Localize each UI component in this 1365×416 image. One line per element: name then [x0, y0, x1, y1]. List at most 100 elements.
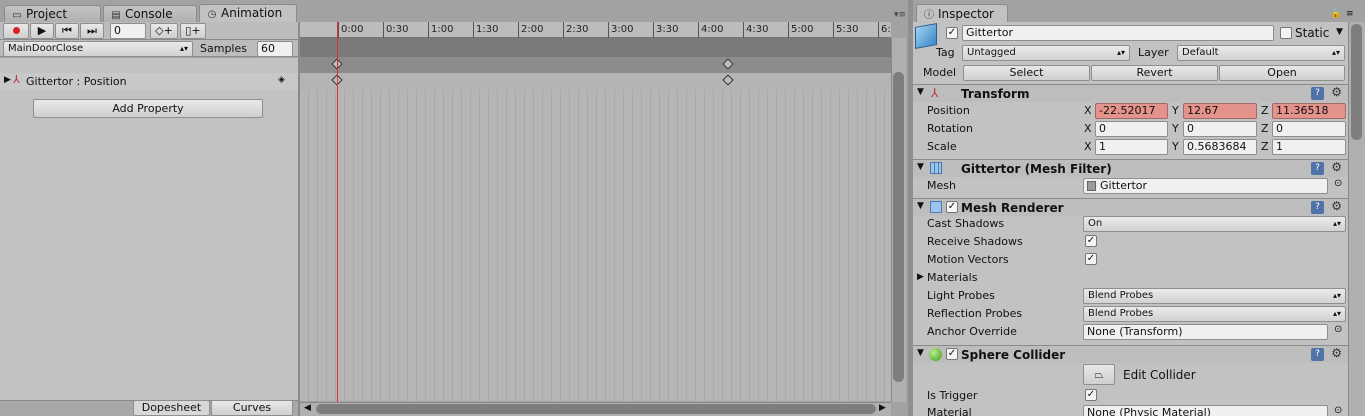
model-open-button[interactable]: Open	[1219, 65, 1345, 81]
gear-icon[interactable]: ⚙	[1331, 160, 1342, 174]
object-name-field[interactable]: Gittertor	[962, 25, 1274, 41]
playhead-line[interactable]	[337, 22, 338, 402]
gear-icon[interactable]: ⚙	[1331, 199, 1342, 213]
foldout-arrow-icon[interactable]: ▼	[917, 348, 924, 358]
foldout-arrow-icon[interactable]: ▼	[917, 162, 924, 172]
animation-menu-icon[interactable]: ▾≡	[894, 10, 906, 20]
sphere-collider-header[interactable]: ▼ ✓ Sphere Collider ? ⚙	[913, 345, 1348, 363]
ruler-tick-line	[878, 22, 879, 38]
scroll-right-icon[interactable]: ▶	[879, 403, 886, 413]
object-picker-icon[interactable]: ⊙	[1334, 405, 1342, 416]
help-icon[interactable]: ?	[1311, 87, 1324, 100]
tag-dropdown[interactable]: Untagged ▴▾	[962, 45, 1130, 61]
next-keyframe-button[interactable]: ⏭	[80, 23, 104, 39]
scroll-left-icon[interactable]: ◀	[304, 403, 311, 413]
materials-foldout-icon[interactable]: ▶	[917, 272, 924, 282]
reflection-probes-dropdown[interactable]: Blend Probes ▴▾	[1083, 306, 1346, 322]
samples-field[interactable]: 60	[257, 41, 293, 57]
edit-collider-button[interactable]: ⏢	[1083, 364, 1115, 385]
materials-label[interactable]: Materials	[927, 271, 977, 285]
inspector-menu-icon[interactable]: ≡	[1346, 9, 1354, 19]
dropdown-arrow-icon: ▴▾	[1332, 219, 1341, 228]
motion-vectors-checkbox[interactable]: ✓	[1085, 253, 1097, 265]
axis-x-label: X	[1084, 140, 1092, 153]
record-button[interactable]	[3, 23, 29, 39]
model-select-button[interactable]: Select	[963, 65, 1090, 81]
timeline-vscroll-thumb[interactable]	[893, 72, 904, 382]
clock-icon: ◷	[207, 9, 217, 20]
add-event-icon: ▯+	[185, 24, 201, 37]
lock-icon[interactable]: 🔒	[1330, 9, 1341, 19]
axis-y-label: Y	[1172, 140, 1179, 153]
mesh-filter-header[interactable]: ▼ Gittertor (Mesh Filter) ? ⚙	[913, 159, 1348, 177]
add-event-button[interactable]: ▯+	[180, 23, 206, 39]
tab-project[interactable]: ▭ Project	[4, 5, 101, 22]
static-checkbox[interactable]	[1280, 27, 1292, 39]
transform-title: Transform	[961, 87, 1030, 101]
rotation-x-field[interactable]: 0	[1095, 121, 1168, 137]
add-keyframe-button[interactable]: ◇+	[150, 23, 178, 39]
edit-collider-label: Edit Collider	[1123, 368, 1196, 382]
light-probes-dropdown[interactable]: Blend Probes ▴▾	[1083, 288, 1346, 304]
ruler-tick-line	[563, 22, 564, 38]
axis-x-label: X	[1084, 122, 1092, 135]
static-dropdown-icon[interactable]: ▼	[1336, 27, 1343, 37]
anchor-override-field[interactable]: None (Transform)	[1083, 324, 1328, 340]
frame-field[interactable]: 0	[110, 23, 146, 39]
dopesheet-tab[interactable]: Dopesheet	[133, 400, 210, 416]
curves-tab[interactable]: Curves	[211, 400, 293, 416]
property-keyframe-icon[interactable]: ◈	[278, 75, 285, 85]
ruler-tick-line	[428, 22, 429, 38]
model-revert-button[interactable]: Revert	[1091, 65, 1218, 81]
clip-dropdown[interactable]: MainDoorClose ▴▾	[3, 41, 193, 57]
mesh-renderer-header[interactable]: ▼ ✓ Mesh Renderer ? ⚙	[913, 198, 1348, 216]
add-property-button[interactable]: Add Property	[33, 99, 263, 118]
ruler-tick-label: 4:00	[701, 24, 724, 35]
ruler-tick-label: 2:30	[566, 24, 589, 35]
rotation-y-field[interactable]: 0	[1183, 121, 1257, 137]
tab-console[interactable]: ▤ Console	[103, 5, 197, 22]
object-picker-icon[interactable]: ⊙	[1334, 324, 1342, 335]
scale-z-field[interactable]: 1	[1272, 139, 1346, 155]
tab-animation[interactable]: ◷ Animation	[199, 4, 297, 23]
cast-shadows-dropdown[interactable]: On ▴▾	[1083, 216, 1346, 232]
transform-header[interactable]: ▼ ⅄ Transform ? ⚙	[913, 84, 1348, 102]
position-x-field[interactable]: -22.52017	[1095, 103, 1168, 119]
sphere-collider-enabled-checkbox[interactable]: ✓	[946, 348, 958, 360]
object-picker-icon[interactable]: ⊙	[1334, 178, 1342, 189]
scale-y-field[interactable]: 0.5683684	[1183, 139, 1257, 155]
foldout-arrow-icon[interactable]: ▼	[917, 201, 924, 211]
rotation-z-field[interactable]: 0	[1272, 121, 1346, 137]
help-icon[interactable]: ?	[1311, 201, 1324, 214]
help-icon[interactable]: ?	[1311, 162, 1324, 175]
receive-shadows-checkbox[interactable]: ✓	[1085, 235, 1097, 247]
timeline-clip-row	[300, 57, 891, 73]
gear-icon[interactable]: ⚙	[1331, 85, 1342, 99]
static-label: Static	[1295, 26, 1330, 40]
layer-dropdown[interactable]: Default ▴▾	[1177, 45, 1345, 61]
prev-keyframe-icon: ⏮	[62, 24, 72, 37]
property-row[interactable]: ▶ ⅄ Gittertor : Position ◈	[0, 73, 299, 90]
timeline-hscroll-thumb[interactable]	[316, 404, 876, 414]
sphere-collider-icon	[929, 348, 942, 361]
position-z-field[interactable]: 11.36518	[1272, 103, 1346, 119]
ruler-tick-label: 3:30	[656, 24, 679, 35]
play-button[interactable]: ▶	[30, 23, 54, 39]
help-icon[interactable]: ?	[1311, 348, 1324, 361]
mesh-object-field[interactable]: Gittertor	[1083, 178, 1328, 194]
inspector-scroll-thumb[interactable]	[1351, 24, 1362, 140]
material-field[interactable]: None (Physic Material)	[1083, 405, 1328, 416]
position-y-field[interactable]: 12.67	[1183, 103, 1257, 119]
expand-arrow-icon[interactable]: ▶	[4, 75, 11, 85]
play-icon: ▶	[37, 24, 47, 37]
mesh-renderer-enabled-checkbox[interactable]: ✓	[946, 201, 958, 213]
active-checkbox[interactable]: ✓	[946, 27, 958, 39]
gear-icon[interactable]: ⚙	[1331, 346, 1342, 360]
scale-x-field[interactable]: 1	[1095, 139, 1168, 155]
dopesheet-area[interactable]	[300, 89, 891, 401]
tab-inspector[interactable]: ⓘ Inspector	[916, 4, 1008, 23]
ruler-tick-label: 5:00	[791, 24, 814, 35]
is-trigger-checkbox[interactable]: ✓	[1085, 389, 1097, 401]
prev-keyframe-button[interactable]: ⏮	[55, 23, 79, 39]
foldout-arrow-icon[interactable]: ▼	[917, 87, 924, 97]
